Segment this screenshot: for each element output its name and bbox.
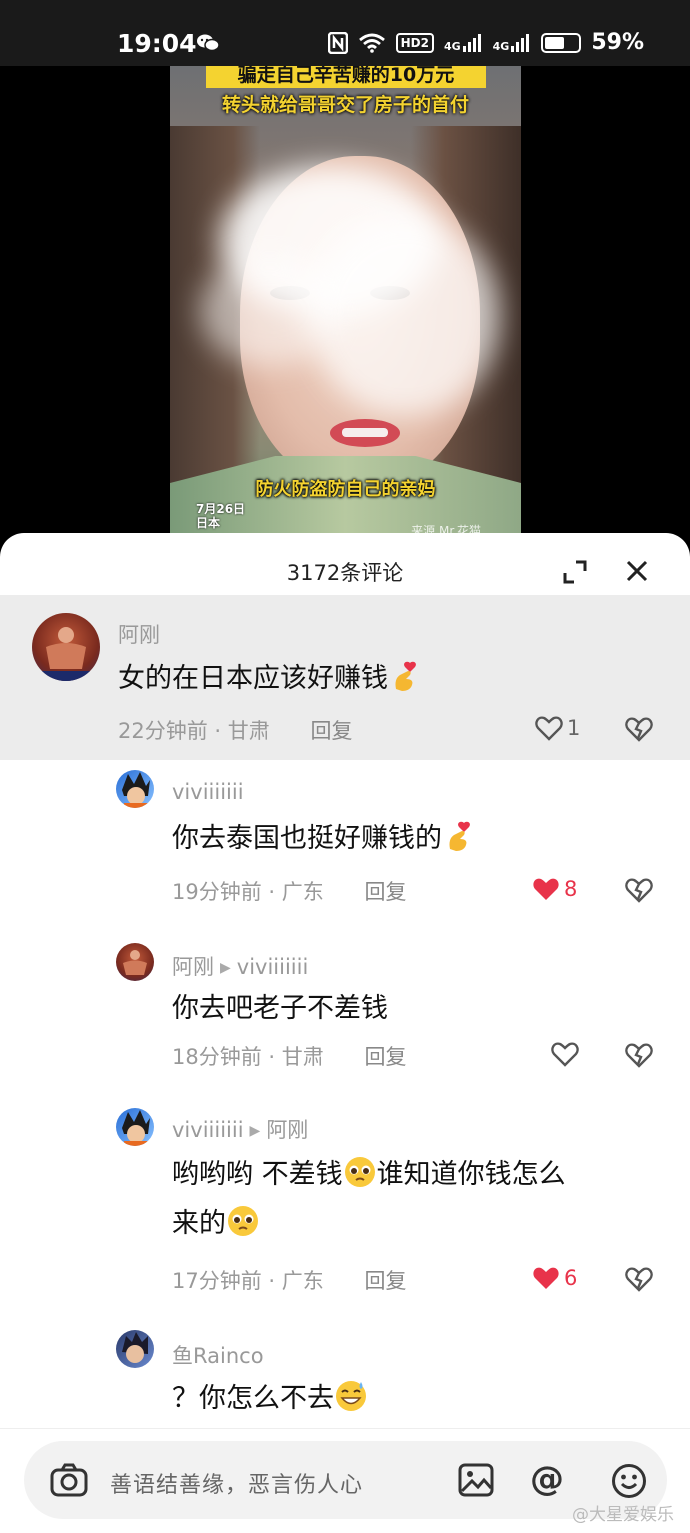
like-button[interactable]: 8: [532, 876, 577, 902]
comment-author[interactable]: 阿刚: [118, 619, 160, 649]
list-item[interactable]: 阿刚 ▶ viviiiiiii 你去吧老子不差钱 18分钟前 · 甘肃 回复: [0, 925, 690, 1090]
close-icon[interactable]: [625, 559, 649, 583]
video-area[interactable]: 骗走自己辛苦赚的10万元 转头就给哥哥交了房子的首付 防火防盗防自己的亲妈 7月…: [0, 66, 690, 544]
wifi-icon: [358, 33, 385, 53]
video-caption-top: 骗走自己辛苦赚的10万元: [206, 66, 486, 88]
comment-author[interactable]: 鱼Rainco: [172, 1340, 264, 1370]
reply-button[interactable]: 回复: [364, 1269, 406, 1293]
nfc-icon: [327, 31, 348, 54]
watermark: @大星爱娱乐: [572, 1505, 674, 1525]
comment-meta: 17分钟前 · 广东 回复: [172, 1269, 407, 1293]
signal-1: 4G: [444, 33, 483, 52]
signal-bars-icon: [462, 33, 481, 52]
comment-text: 女的在日本应该好赚钱: [118, 654, 422, 703]
video-frame[interactable]: 骗走自己辛苦赚的10万元 转头就给哥哥交了房子的首付 防火防盗防自己的亲妈 7月…: [170, 66, 521, 544]
battery-percent: 59%: [591, 30, 644, 55]
avatar[interactable]: [116, 943, 154, 981]
image-icon[interactable]: [458, 1463, 494, 1497]
reply-button[interactable]: 回复: [310, 719, 352, 743]
like-button[interactable]: 6: [532, 1265, 577, 1291]
comment-meta: 22分钟前 · 甘肃 回复: [118, 719, 353, 743]
avatar-figure-icon: [122, 1332, 148, 1363]
comment-author[interactable]: viviiiiiii: [172, 780, 244, 804]
like-count: 6: [564, 1266, 578, 1290]
heart-outline-icon: [535, 716, 563, 741]
comments-sheet: 3172条评论 阿刚 女的在日本应该好赚钱 22分钟前 · 甘肃 回复 1 vi…: [0, 533, 690, 1533]
avatar-figure-icon: [122, 1110, 150, 1146]
comment-text: 你去吧老子不差钱: [172, 993, 388, 1024]
heart-outline-icon: [551, 1042, 579, 1067]
reply-arrow-icon: ▶: [220, 960, 231, 976]
like-button[interactable]: [551, 1041, 579, 1067]
avatar[interactable]: [116, 1330, 154, 1368]
battery-fill: [545, 36, 565, 49]
emoji-picker-icon[interactable]: [611, 1463, 647, 1499]
list-item[interactable]: 鱼Rainco ？你怎么不去: [0, 1310, 690, 1428]
video-date: 7月26日 日本: [196, 502, 246, 530]
reply-button[interactable]: 回复: [364, 1045, 406, 1069]
reply-arrow-icon: ▶: [249, 1123, 261, 1139]
avatar[interactable]: [116, 1108, 154, 1146]
mention-icon[interactable]: @: [530, 1459, 564, 1499]
comment-text-line-2: 来的: [172, 1199, 260, 1248]
pleading-face-emoji-icon: [228, 1206, 258, 1236]
status-bar: 19:04 HD2 4G 4G 59%: [0, 0, 690, 66]
reply-button[interactable]: 回复: [364, 880, 406, 904]
comment-author[interactable]: 阿刚 ▶ viviiiiiii: [172, 951, 308, 981]
status-time: 19:04: [117, 29, 197, 58]
broken-heart-icon[interactable]: [625, 1266, 653, 1292]
comment-text-line-1: 哟哟哟 不差钱 谁知道你钱怎么: [172, 1150, 566, 1199]
comment-input-placeholder[interactable]: 善语结善缘，恶言伤人心: [110, 1467, 363, 1499]
signal-bars-icon: [511, 33, 530, 52]
avatar[interactable]: [116, 770, 154, 808]
comment-text: 你去泰国也挺好赚钱的: [172, 814, 476, 863]
sheet-header: 3172条评论: [0, 533, 690, 595]
broken-heart-icon[interactable]: [625, 877, 653, 903]
comment-meta: 18分钟前 · 甘肃 回复: [172, 1045, 407, 1069]
hd-voice-badge: HD2: [395, 32, 434, 53]
battery-icon: [541, 32, 582, 53]
expand-icon[interactable]: [562, 559, 588, 585]
finger-heart-emoji-icon: [395, 661, 416, 691]
avatar-figure-icon: [123, 950, 147, 975]
list-item[interactable]: viviiiiiii 你去泰国也挺好赚钱的 19分钟前 · 广东 回复 8: [0, 760, 690, 925]
avatar-figure-icon: [122, 772, 150, 808]
avatar[interactable]: [32, 613, 100, 681]
comment-meta: 19分钟前 · 广东 回复: [172, 880, 407, 904]
heart-filled-icon: [533, 1267, 559, 1289]
list-item[interactable]: 阿刚 女的在日本应该好赚钱 22分钟前 · 甘肃 回复 1: [0, 595, 690, 760]
broken-heart-icon[interactable]: [625, 716, 653, 742]
like-button[interactable]: 1: [535, 715, 580, 741]
camera-icon[interactable]: [50, 1463, 88, 1497]
like-count: 8: [564, 877, 578, 901]
signal-2: 4G: [493, 33, 532, 52]
wechat-icon: [197, 34, 220, 52]
heart-filled-icon: [533, 878, 559, 900]
video-caption-sub: 转头就给哥哥交了房子的首付: [221, 94, 469, 116]
pleading-face-emoji-icon: [344, 1157, 375, 1187]
comment-author[interactable]: viviiiiiii ▶ 阿刚: [172, 1114, 308, 1144]
finger-heart-emoji-icon: [449, 821, 470, 851]
status-icons: HD2 4G 4G 59%: [327, 30, 644, 55]
comment-text: ？你怎么不去: [172, 1374, 368, 1423]
like-count: 1: [567, 716, 581, 740]
avatar-figure-icon: [42, 627, 90, 681]
list-item[interactable]: viviiiiiii ▶ 阿刚 哟哟哟 不差钱 谁知道你钱怎么 来的 17分钟前 ·…: [0, 1090, 690, 1310]
video-caption-bottom: 防火防盗防自己的亲妈: [255, 479, 436, 500]
sweat-smile-emoji-icon: [336, 1381, 366, 1411]
broken-heart-icon[interactable]: [625, 1042, 653, 1068]
